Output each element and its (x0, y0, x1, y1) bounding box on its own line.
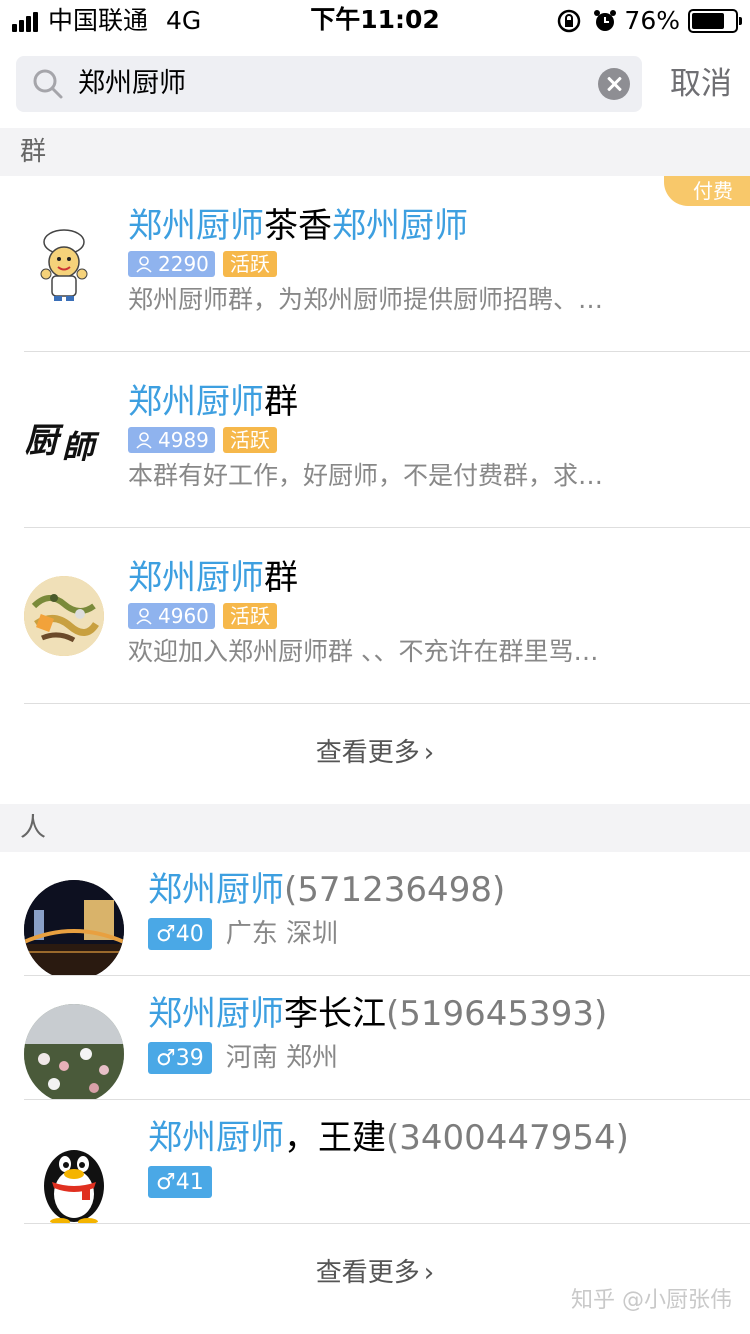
person-location: 河南 郑州 (225, 1043, 338, 1073)
battery-icon (688, 9, 742, 33)
group-tags: 4960 活跃 (128, 603, 277, 629)
chevron-right-icon: › (423, 738, 435, 768)
active-badge: 活跃 (222, 251, 277, 277)
active-badge: 活跃 (222, 427, 277, 453)
group-row[interactable]: 郑州厨师群 4960 活跃 欢迎加入郑州厨师群 、、不充许在群里骂… (0, 528, 750, 704)
group-tags: 2290 活跃 (128, 251, 277, 277)
search-row: 郑州厨师 取消 (16, 56, 734, 112)
person-location: 广东 深圳 (225, 919, 338, 949)
gender-age-badge: ♂39 (148, 1042, 212, 1074)
person-name: 郑州厨师，王建(3400447954) (148, 1118, 629, 1158)
person-tags: ♂40 广东 深圳 (148, 918, 338, 950)
person-name: 郑州厨师(571236498) (148, 870, 506, 910)
paid-badge: 付费 (664, 176, 750, 206)
member-count-badge: 2290 (128, 251, 215, 277)
active-badge: 活跃 (222, 603, 277, 629)
search-query: 郑州厨师 (78, 68, 186, 99)
group-description: 欢迎加入郑州厨师群 、、不充许在群里骂… (128, 637, 599, 666)
watermark: 知乎 @小厨张伟 (571, 1288, 732, 1313)
person-icon (136, 256, 152, 273)
group-title: 郑州厨师茶香郑州厨师 (128, 206, 468, 246)
flowers-photo (24, 1004, 124, 1104)
group-description: 本群有好工作，好厨师，不是付费群，求… (128, 461, 604, 490)
gender-age-badge: ♂40 (148, 918, 212, 950)
calligraphy-chef-icon: 厨 師 (24, 400, 104, 480)
section-title: 人 (20, 813, 47, 843)
svg-text:厨: 厨 (24, 421, 64, 461)
group-title: 郑州厨师群 (128, 382, 298, 422)
qq-penguin-icon (24, 1128, 124, 1228)
clear-icon[interactable] (598, 68, 630, 100)
person-row[interactable]: 郑州厨师，王建(3400447954) ♂41 (0, 1100, 750, 1228)
food-dish-photo (24, 576, 104, 656)
section-header-people: 人 (0, 804, 750, 852)
section-title: 群 (20, 137, 47, 167)
section-header-groups: 群 (0, 128, 750, 176)
night-bridge-photo (24, 880, 124, 980)
person-tags: ♂39 河南 郑州 (148, 1042, 338, 1074)
battery-level (692, 13, 724, 29)
groups-see-more-button[interactable]: 查看更多 › (0, 704, 750, 802)
rotation-lock-icon (558, 9, 581, 33)
cancel-button[interactable]: 取消 (670, 56, 732, 112)
person-name: 郑州厨师李长江(519645393) (148, 994, 608, 1034)
group-row[interactable]: 付费 郑州厨师茶香郑州厨师 2290 活跃 郑州厨师群，为郑州厨师提供厨师招聘、… (0, 176, 750, 352)
person-row[interactable]: 郑州厨师李长江(519645393) ♂39 河南 郑州 (0, 976, 750, 1104)
chevron-right-icon: › (423, 1258, 435, 1288)
svg-text:師: 師 (62, 428, 100, 466)
member-count-badge: 4989 (128, 427, 215, 453)
see-more-label: 查看更多 › (315, 738, 435, 768)
member-count-badge: 4960 (128, 603, 215, 629)
person-tags: ♂41 (148, 1166, 226, 1198)
person-icon (136, 608, 152, 625)
group-title: 郑州厨师群 (128, 558, 298, 598)
gender-age-badge: ♂41 (148, 1166, 212, 1198)
person-row[interactable]: 郑州厨师(571236498) ♂40 广东 深圳 (0, 852, 750, 980)
chef-cartoon-icon (24, 224, 104, 304)
search-icon (33, 69, 63, 99)
status-right: 76% (556, 6, 742, 36)
group-row[interactable]: 厨 師 郑州厨师群 4989 活跃 本群有好工作，好厨师，不是付费群，求… (0, 352, 750, 528)
group-description: 郑州厨师群，为郑州厨师提供厨师招聘、… (128, 285, 604, 314)
search-input[interactable]: 郑州厨师 (16, 56, 642, 112)
status-bar: 中国联通 4G 下午11:02 76% (0, 0, 750, 40)
alarm-icon (594, 10, 617, 31)
person-icon (136, 432, 152, 449)
group-tags: 4989 活跃 (128, 427, 277, 453)
battery-percent: 76% (624, 6, 680, 35)
